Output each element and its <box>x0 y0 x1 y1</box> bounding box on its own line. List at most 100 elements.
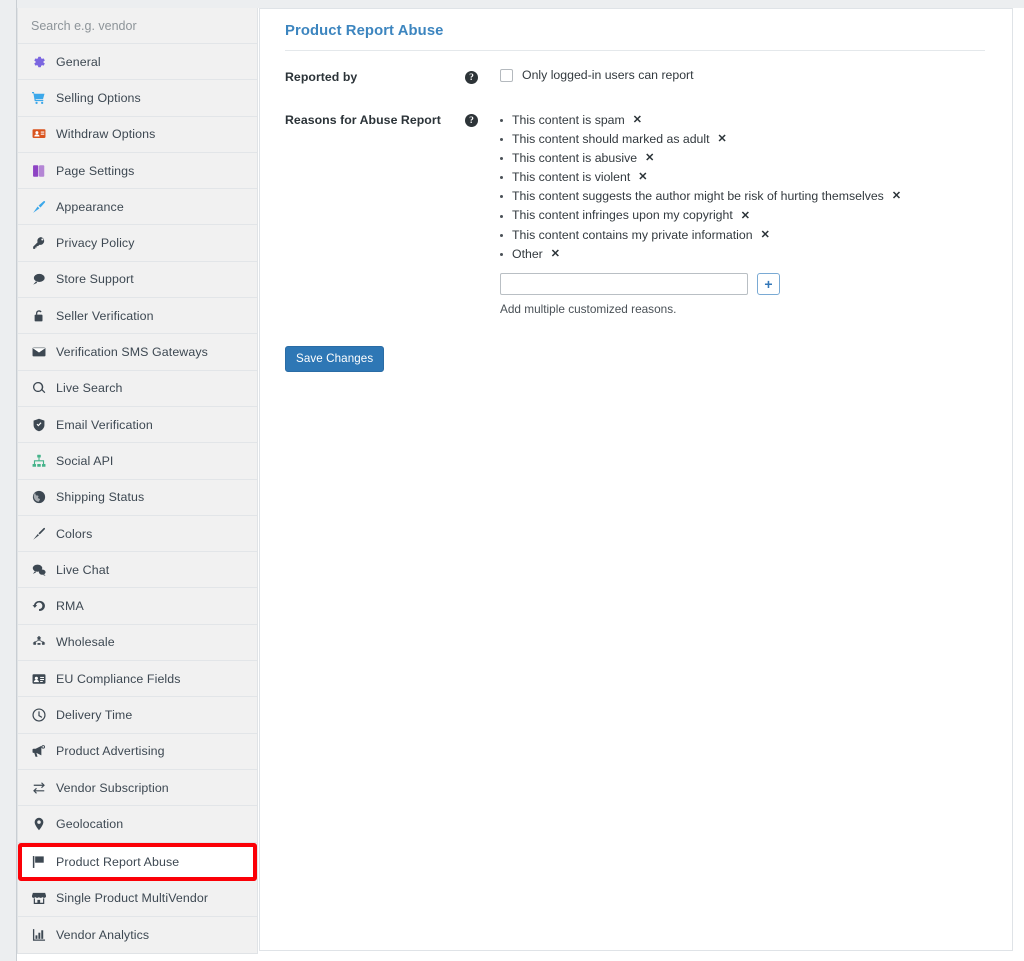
sidebar-item-label: Vendor Analytics <box>56 927 150 942</box>
sidebar-item-vendor-analytics[interactable]: Vendor Analytics <box>18 917 257 953</box>
sidebar-item-general[interactable]: General <box>18 44 257 81</box>
sidebar-item-live-search[interactable]: Live Search <box>18 371 257 407</box>
sidebar-item-label: Live Chat <box>56 562 110 577</box>
reason-text: This content suggests the author might b… <box>512 189 884 204</box>
sidebar-item-label: Wholesale <box>56 635 115 650</box>
remove-reason-icon[interactable]: ✕ <box>741 210 750 222</box>
sidebar-item-label: Colors <box>56 526 93 541</box>
brush-icon <box>28 525 50 543</box>
sidebar-item-label: Geolocation <box>56 816 124 831</box>
sidebar-item-privacy-policy[interactable]: Privacy Policy <box>18 225 257 262</box>
sidebar-item-verification-sms-gateways[interactable]: Verification SMS Gateways <box>18 334 257 371</box>
sidebar-item-email-verification[interactable]: Email Verification <box>18 407 257 444</box>
remove-reason-icon[interactable]: ✕ <box>633 115 642 126</box>
sidebar-item-geolocation[interactable]: Geolocation <box>18 806 257 843</box>
sidebar-item-label: Live Search <box>56 381 123 396</box>
sidebar-item-vendor-subscription[interactable]: Vendor Subscription <box>18 770 257 807</box>
sidebar-item-label: Verification SMS Gateways <box>56 345 208 360</box>
field-row-reported-by: Reported by ? Only logged-in users can r… <box>260 68 1012 84</box>
bullet-icon <box>500 119 503 123</box>
id-card-icon <box>28 670 50 688</box>
sidebar-item-store-support[interactable]: Store Support <box>18 262 257 299</box>
sidebar-item-label: Delivery Time <box>56 707 133 722</box>
key-icon <box>28 234 50 252</box>
sidebar-item-wholesale[interactable]: Wholesale <box>18 625 257 662</box>
sidebar-item-label: Store Support <box>56 272 134 287</box>
remove-reason-icon[interactable]: ✕ <box>645 153 654 164</box>
reason-item: Other ✕ <box>500 245 1012 264</box>
save-changes-button[interactable]: Save Changes <box>285 345 385 372</box>
app-root: General Selling Options Withdraw Options Pa… <box>0 0 1024 961</box>
add-reason-row: + <box>500 272 1012 295</box>
sidebar-item-colors[interactable]: Colors <box>18 516 257 553</box>
reason-text: This content is violent <box>512 170 631 185</box>
only-logged-in-label: Only logged-in users can report <box>522 68 694 82</box>
search-input[interactable] <box>31 18 231 33</box>
paint-brush-icon <box>28 198 50 216</box>
bullet-icon <box>500 214 503 218</box>
remove-reason-icon[interactable]: ✕ <box>638 172 647 183</box>
sidebar-item-product-advertising[interactable]: Product Advertising <box>18 734 257 770</box>
sidebar-item-selling-options[interactable]: Selling Options <box>18 80 257 117</box>
sidebar-item-label: RMA <box>56 599 84 614</box>
new-reason-input[interactable] <box>500 272 748 295</box>
reason-item: This content is spam ✕ <box>500 111 1012 130</box>
sidebar-item-rma[interactable]: RMA <box>18 588 257 625</box>
bullet-icon <box>500 252 503 256</box>
add-reason-button[interactable]: + <box>757 272 780 295</box>
help-icon[interactable]: ? <box>465 71 478 84</box>
sidebar-item-shipping-status[interactable]: Shipping Status <box>18 480 257 516</box>
book-pages-icon <box>28 162 50 180</box>
sidebar-item-withdraw-options[interactable]: Withdraw Options <box>18 117 257 153</box>
bar-chart-icon <box>28 926 50 944</box>
sidebar-item-single-product-multivendor[interactable]: Single Product MultiVendor <box>18 881 257 917</box>
speech-bubble-icon <box>28 270 50 288</box>
sidebar-item-page-settings[interactable]: Page Settings <box>18 153 257 190</box>
undo-arrow-icon <box>28 597 50 615</box>
sidebar-item-label: Email Verification <box>56 417 153 432</box>
title-divider <box>285 50 985 51</box>
bullet-icon <box>500 195 503 199</box>
bullet-icon <box>500 233 503 237</box>
only-logged-in-checkbox-line[interactable]: Only logged-in users can report <box>500 68 1012 82</box>
reason-item: This content should marked as adult ✕ <box>500 130 1012 149</box>
gear-icon <box>28 53 50 71</box>
sidebar-item-seller-verification[interactable]: Seller Verification <box>18 298 257 335</box>
shopping-cart-icon <box>28 89 50 107</box>
bullet-icon <box>500 176 503 180</box>
sidebar-item-label: Product Report Abuse <box>56 854 180 869</box>
sidebar-item-eu-compliance-fields[interactable]: EU Compliance Fields <box>18 661 257 698</box>
page-left-gutter <box>0 0 17 961</box>
remove-reason-icon[interactable]: ✕ <box>761 229 770 241</box>
sidebar-item-label: General <box>56 54 101 69</box>
sidebar-item-label: Withdraw Options <box>56 127 156 142</box>
reason-text: This content infringes upon my copyright <box>512 208 733 223</box>
sidebar-item-social-api[interactable]: Social API <box>18 443 257 480</box>
reasons-label: Reasons for Abuse Report <box>285 113 441 127</box>
clock-icon <box>28 706 50 724</box>
withdraw-card-icon <box>28 125 50 143</box>
sidebar-item-live-chat[interactable]: Live Chat <box>18 552 257 589</box>
reason-text: This content contains my private informa… <box>512 227 753 242</box>
globe-icon <box>28 488 50 506</box>
sidebar-nav-list: General Selling Options Withdraw Options Pa… <box>18 44 257 953</box>
sidebar-item-appearance[interactable]: Appearance <box>18 189 257 226</box>
sidebar-item-product-report-abuse[interactable]: Product Report Abuse <box>18 842 257 881</box>
search-icon <box>28 379 50 397</box>
shield-icon <box>28 416 50 434</box>
reason-item: This content suggests the author might b… <box>500 187 1012 206</box>
reason-text: This content is spam <box>512 113 625 127</box>
flag-icon <box>28 853 50 871</box>
remove-reason-icon[interactable]: ✕ <box>551 248 560 260</box>
only-logged-in-checkbox[interactable] <box>500 68 513 82</box>
reason-text: This content should marked as adult <box>512 132 710 147</box>
help-icon[interactable]: ? <box>465 114 478 127</box>
sidebar-item-label: Social API <box>56 453 114 468</box>
add-reason-hint: Add multiple customized reasons. <box>500 301 677 316</box>
remove-reason-icon[interactable]: ✕ <box>718 134 727 145</box>
remove-reason-icon[interactable]: ✕ <box>892 191 901 202</box>
sidebar-item-delivery-time[interactable]: Delivery Time <box>18 697 257 734</box>
page-title: Product Report Abuse <box>285 23 444 39</box>
reasons-body: This content is spam ✕ This content should… <box>500 111 1012 316</box>
bullet-icon <box>500 157 503 161</box>
